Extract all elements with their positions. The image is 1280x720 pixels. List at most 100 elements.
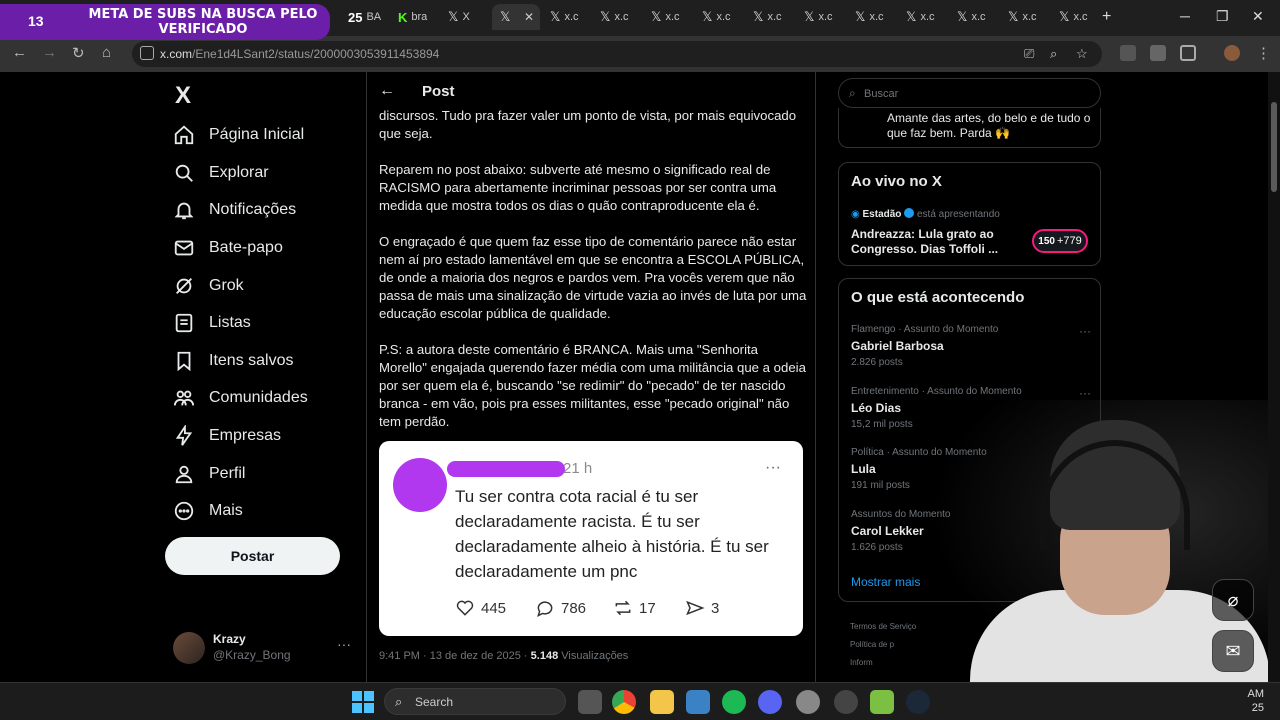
more-dots-icon[interactable]: ···	[1079, 324, 1091, 338]
close-icon[interactable]: ✕	[524, 10, 534, 24]
address-bar: ← → ↻ ⌂ x.com/Ene1d4LSant2/status/200000…	[0, 36, 1280, 72]
new-tab-icon[interactable]: +	[1102, 8, 1111, 26]
sidebar-item-more[interactable]: Mais	[173, 493, 243, 529]
scrollbar-thumb[interactable]	[1271, 102, 1277, 192]
sidebar-item-messages[interactable]: Bate-papo	[173, 230, 283, 266]
store-icon[interactable]	[686, 690, 710, 714]
sidebar-item-bookmarks[interactable]: Itens salvos	[173, 343, 293, 379]
reload-icon[interactable]: ↻	[72, 44, 85, 62]
extension-icon[interactable]	[1120, 45, 1136, 61]
repost-number: 17	[639, 599, 656, 617]
bell-icon	[174, 202, 194, 220]
sidebar-item-notifications[interactable]: Notificações	[173, 192, 296, 228]
tab-x[interactable]: 𝕏x.c	[592, 4, 642, 30]
profile-bio: Amante das artes, do belo e de tudo o qu…	[887, 111, 1091, 140]
stream-overlay-banner: 13 META DE SUBS NA BUSCA PELO VERIFICADO	[0, 4, 330, 40]
sidebar-item-explore[interactable]: Explorar	[173, 155, 269, 191]
sidebar-item-communities[interactable]: Comunidades	[173, 380, 308, 416]
quoted-post-image[interactable]: 21 h ··· Tu ser contra cota racial é tu …	[379, 441, 803, 636]
tab-label: X	[462, 11, 470, 23]
extension-icon[interactable]	[1150, 45, 1166, 61]
url-field[interactable]: x.com/Ene1d4LSant2/status/20000030539114…	[132, 41, 1102, 67]
search-input[interactable]	[864, 85, 1084, 103]
listener-count: +779	[1056, 235, 1082, 247]
tab-x[interactable]: 𝕏x.c	[949, 4, 999, 30]
tab-x[interactable]: 𝕏x.c	[796, 4, 846, 30]
spotify-icon[interactable]	[722, 690, 746, 714]
file-explorer-icon[interactable]	[650, 690, 674, 714]
account-switcher[interactable]: Krazy @Krazy_Bong ···	[173, 630, 353, 666]
browser-tab-bar: 13 META DE SUBS NA BUSCA PELO VERIFICADO…	[0, 0, 1280, 40]
bookmark-star-icon[interactable]: ☆	[1076, 46, 1088, 62]
cast-icon[interactable]: ⎚	[1024, 46, 1034, 62]
sidebar-item-label: Grok	[209, 277, 244, 294]
live-card[interactable]: Ao vivo no X ◉ Estadão está apresentando…	[838, 162, 1101, 266]
tab-x[interactable]: 𝕏x.c	[847, 4, 897, 30]
taskbar-clock[interactable]: AM 25	[1244, 687, 1265, 715]
lightning-icon	[175, 425, 193, 446]
footer-link[interactable]: Política de p	[850, 636, 916, 654]
trend-count: 2.826 posts	[851, 357, 903, 368]
listeners-badge[interactable]: 150 +779	[1032, 229, 1088, 253]
tab-label: x.c	[920, 11, 935, 23]
more-dots-icon[interactable]: ···	[1079, 386, 1091, 400]
back-icon[interactable]: ←	[12, 44, 27, 61]
footer-link[interactable]: Termos de Serviço	[850, 618, 916, 636]
tab-x[interactable]: 𝕏x.c	[1000, 4, 1050, 30]
tab-x[interactable]: 𝕏x.c	[643, 4, 693, 30]
search-icon	[175, 164, 193, 182]
window-close-icon[interactable]: ✕	[1252, 8, 1264, 25]
sidebar-item-business[interactable]: Empresas	[173, 418, 281, 454]
tab-x[interactable]: 𝕏X	[440, 4, 490, 30]
obs-icon[interactable]	[834, 690, 858, 714]
home-icon[interactable]: ⌂	[102, 44, 111, 61]
sidebar-item-home[interactable]: Página Inicial	[173, 117, 304, 153]
tab-active[interactable]: 𝕏 ✕	[492, 4, 540, 30]
extensions-puzzle-icon[interactable]	[1180, 45, 1196, 61]
trend-item[interactable]: Flamengo · Assunto do Momento Gabriel Ba…	[851, 324, 1091, 370]
kick-icon: K	[398, 9, 408, 25]
messages-float-icon[interactable]: ✉	[1212, 630, 1254, 672]
url-text: x.com/Ene1d4LSant2/status/20000030539114…	[160, 47, 439, 61]
more-dots-icon[interactable]: ···	[337, 636, 351, 652]
forward-icon[interactable]: →	[42, 44, 57, 61]
sidebar-item-grok[interactable]: Grok	[173, 268, 244, 304]
post-column: ← Post discursos. Tudo pra fazer valer u…	[366, 72, 816, 682]
post-button[interactable]: Postar	[165, 537, 340, 575]
view-count: 5.148	[530, 650, 559, 662]
tab-x[interactable]: 𝕏x.c	[898, 4, 948, 30]
steam-icon[interactable]	[906, 690, 930, 714]
reply-number: 786	[561, 599, 587, 617]
sidebar-item-profile[interactable]: Perfil	[173, 456, 245, 492]
show-more-link[interactable]: Mostrar mais	[851, 575, 920, 589]
settings-gear-icon[interactable]	[796, 690, 820, 714]
site-info-icon[interactable]	[140, 46, 154, 60]
x-logo-icon[interactable]: X	[175, 82, 191, 110]
tab-ba[interactable]: 25 BA	[340, 4, 388, 30]
profile-avatar-icon[interactable]	[1224, 45, 1240, 61]
windows-start-icon[interactable]	[352, 691, 374, 713]
tab-x[interactable]: 𝕏x.c	[745, 4, 795, 30]
trend-context: Flamengo · Assunto do Momento	[851, 324, 999, 335]
back-arrow-icon[interactable]: ←	[379, 82, 395, 100]
taskbar-search[interactable]: ⌕ Search	[384, 688, 566, 715]
grok-float-icon[interactable]: ⌀	[1212, 579, 1254, 621]
tab-x[interactable]: 𝕏x.c	[1051, 4, 1101, 30]
task-view-icon[interactable]	[578, 690, 602, 714]
view-label: Visualizações	[558, 650, 629, 662]
tab-kick[interactable]: Kbra	[390, 4, 438, 30]
browser-menu-icon[interactable]: ⋮	[1256, 44, 1271, 62]
tab-x[interactable]: 𝕏x.c	[694, 4, 744, 30]
tab-x[interactable]: 𝕏x.c	[542, 4, 592, 30]
maximize-icon[interactable]: ❐	[1216, 8, 1229, 25]
page-scrollbar[interactable]	[1268, 72, 1280, 682]
account-name: Krazy	[213, 632, 246, 646]
tab-label: x.c	[818, 11, 833, 23]
discord-icon[interactable]	[758, 690, 782, 714]
zoom-icon[interactable]: ⌕	[1050, 46, 1057, 62]
app-icon[interactable]	[870, 690, 894, 714]
minimize-icon[interactable]: ─	[1180, 8, 1190, 24]
footer-link[interactable]: Inform	[850, 654, 916, 672]
sidebar-item-lists[interactable]: Listas	[173, 305, 251, 341]
chrome-icon[interactable]	[612, 690, 636, 714]
